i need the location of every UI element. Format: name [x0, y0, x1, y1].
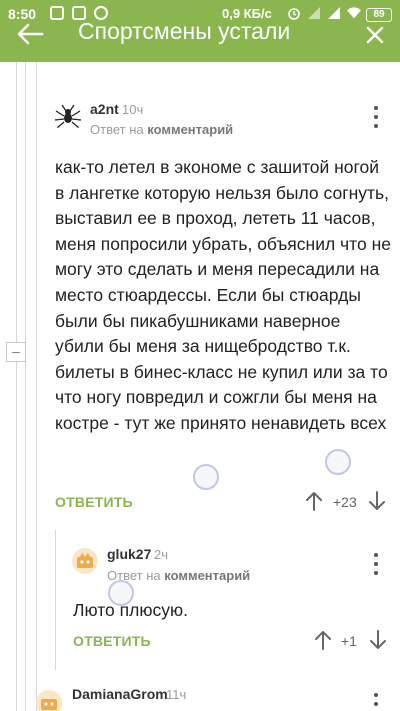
more-options-button[interactable]	[372, 106, 380, 128]
comment-username[interactable]: gluk27	[107, 546, 151, 562]
reply-button[interactable]: ОТВЕТИТЬ	[55, 494, 133, 510]
reply-to-info: Ответ на комментарий	[90, 122, 233, 137]
battery-indicator: 89	[366, 8, 392, 22]
reply-to-link[interactable]: комментарий	[147, 122, 233, 137]
more-options-button[interactable]	[372, 693, 380, 711]
dot-icon	[374, 553, 378, 557]
comment-time: 10ч	[122, 102, 144, 117]
reply-to-link[interactable]: комментарий	[164, 568, 250, 583]
thread-line-level-1	[16, 62, 17, 711]
gallery-icon	[50, 6, 64, 20]
dot-icon	[374, 571, 378, 575]
touch-indicator	[108, 580, 134, 606]
thread-line-level-4	[25, 62, 26, 342]
dot-icon	[374, 124, 378, 128]
dot-icon	[374, 693, 378, 697]
thread-line-level-4b	[25, 362, 26, 711]
downvote-arrow-icon[interactable]	[370, 630, 386, 650]
back-arrow-icon[interactable]	[16, 22, 44, 46]
pikabu-avatar-icon[interactable]	[36, 690, 62, 711]
status-time: 8:50	[8, 6, 37, 22]
collapse-thread-button[interactable]	[6, 342, 26, 362]
touch-indicator	[193, 464, 219, 490]
more-options-button[interactable]	[372, 553, 380, 575]
comment-text: как-то летел в экономе с зашитой ногой в…	[55, 157, 391, 433]
upvote-arrow-icon[interactable]	[315, 630, 331, 650]
app-header: 8:50 0,9 КБ/с 89 Спортсмены устали	[0, 0, 400, 62]
comment-rating: +23	[333, 494, 357, 510]
dot-icon	[374, 106, 378, 110]
touch-indicator	[325, 449, 351, 475]
wifi-icon	[347, 7, 361, 19]
comment-time: 2ч	[154, 547, 169, 562]
downvote-arrow-icon[interactable]	[369, 491, 385, 511]
spider-avatar-icon[interactable]	[53, 102, 83, 132]
close-icon[interactable]	[366, 26, 384, 44]
dot-icon	[374, 562, 378, 566]
dot-icon	[374, 115, 378, 119]
signal-icon-2	[328, 7, 340, 19]
upvote-arrow-icon[interactable]	[306, 491, 322, 511]
status-system-icons	[287, 6, 361, 20]
comment-time: 11ч	[166, 687, 187, 702]
comment-username[interactable]: DamianaGrom	[72, 686, 168, 702]
signal-icon-1	[308, 7, 320, 19]
thread-line-level-3	[55, 530, 56, 670]
thread-line-level-2	[36, 62, 37, 711]
dot-icon	[374, 702, 378, 706]
reply-to-info: Ответ на комментарий	[107, 568, 250, 583]
comment-username[interactable]: a2nt	[90, 101, 119, 117]
page-title: Спортсмены устали	[78, 18, 291, 44]
reply-button[interactable]: ОТВЕТИТЬ	[73, 633, 151, 649]
reply-to-prefix: Ответ на	[90, 122, 144, 137]
pikabu-avatar-icon[interactable]	[72, 548, 98, 574]
comment-rating: +1	[341, 633, 357, 649]
